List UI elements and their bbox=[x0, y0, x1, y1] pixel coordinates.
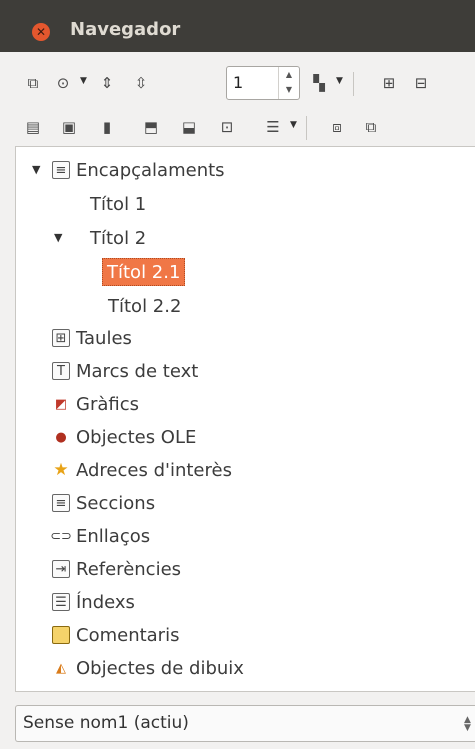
anchor-icon[interactable]: ⊡ bbox=[216, 116, 238, 138]
drawing-icon: ◭ bbox=[56, 660, 66, 676]
tree-item-label: Gràfics bbox=[76, 393, 139, 415]
heading-levels-icon[interactable]: ☰ bbox=[262, 116, 284, 138]
tree-item-sections[interactable]: ≡ Seccions bbox=[52, 488, 155, 518]
page-number-spinner[interactable]: 1 ▲ ▼ bbox=[226, 66, 300, 100]
tree-item-label: Encapçalaments bbox=[76, 159, 225, 181]
move-up-icon[interactable]: ⧈ bbox=[326, 116, 348, 138]
tree-item-label: Objectes de dibuix bbox=[76, 657, 244, 679]
demote-level-icon[interactable]: ⊟ bbox=[410, 72, 432, 94]
separator bbox=[353, 72, 354, 96]
tree-item-hyperlinks[interactable]: ⊂⊃ Enllaços bbox=[50, 521, 151, 551]
tree-item-label: Referències bbox=[76, 558, 182, 580]
tree-item-label: Adreces d'interès bbox=[76, 459, 232, 481]
graphics-icon: ◩ bbox=[54, 396, 68, 412]
demote-icon[interactable]: ⇳ bbox=[130, 72, 152, 94]
promote-level-icon[interactable]: ⊞ bbox=[378, 72, 400, 94]
comment-icon bbox=[52, 626, 70, 644]
drag-mode-icon[interactable]: ▚ bbox=[308, 72, 330, 94]
tree-item-references[interactable]: ⇥ Referències bbox=[52, 554, 181, 584]
chevron-down-icon[interactable]: ▼ bbox=[336, 76, 343, 86]
tree-item-headings[interactable]: ≡ Encapçalaments bbox=[52, 155, 225, 185]
table-icon: ⊞ bbox=[52, 329, 70, 347]
window-title: Navegador bbox=[70, 19, 181, 40]
tree-item-tables[interactable]: ⊞ Taules bbox=[52, 323, 132, 353]
index-icon: ☰ bbox=[52, 593, 70, 611]
navigator-tree[interactable]: ▼ ≡ Encapçalaments Títol 1 ▼ Títol 2 Tít… bbox=[15, 146, 475, 692]
tree-item-label: Índexs bbox=[76, 591, 135, 613]
section-icon: ≡ bbox=[52, 494, 70, 512]
tree-item-comments[interactable]: Comentaris bbox=[52, 620, 179, 650]
promote-icon[interactable]: ⇕ bbox=[96, 72, 118, 94]
reminder-icon[interactable]: ▮ bbox=[96, 116, 118, 138]
title-bar: ✕ Navegador bbox=[0, 0, 475, 52]
tree-item-label: Enllaços bbox=[76, 525, 151, 547]
toggle-icon[interactable]: ▣ bbox=[58, 116, 80, 138]
page-number-value[interactable]: 1 bbox=[233, 73, 243, 92]
tree-item-indexes[interactable]: ☰ Índexs bbox=[52, 587, 135, 617]
close-icon[interactable]: ✕ bbox=[32, 23, 50, 41]
star-icon: ★ bbox=[53, 460, 69, 480]
tree-item-ole-objects[interactable]: ● Objectes OLE bbox=[52, 422, 196, 452]
tree-item-heading-2-1[interactable]: Títol 2.1 bbox=[102, 257, 186, 287]
link-icon: ⊂⊃ bbox=[50, 528, 72, 544]
ole-object-icon: ● bbox=[55, 429, 67, 445]
tree-item-label: Marcs de text bbox=[76, 360, 199, 382]
previous-next-icon[interactable]: ⊙ bbox=[52, 72, 74, 94]
tree-item-label: Taules bbox=[76, 327, 132, 349]
selected-item-label: Títol 2.1 bbox=[102, 258, 186, 286]
spinner-arrows[interactable]: ▲ ▼ bbox=[278, 67, 299, 99]
toolbar-row-2: ▤ ▣ ▮ ⬒ ⬓ ⊡ ☰ ▼ ⧈ ⧉ bbox=[0, 106, 475, 150]
header-icon[interactable]: ⬒ bbox=[140, 116, 162, 138]
tree-item-label: Títol 2.2 bbox=[108, 295, 182, 317]
headings-icon: ≡ bbox=[52, 161, 70, 179]
tree-item-heading-2[interactable]: Títol 2 bbox=[90, 223, 146, 253]
tree-item-graphics[interactable]: ◩ Gràfics bbox=[52, 389, 139, 419]
tree-item-label: Comentaris bbox=[76, 624, 180, 646]
document-select-value: Sense nom1 (actiu) bbox=[23, 713, 189, 733]
tree-item-label: Seccions bbox=[76, 492, 156, 514]
navigation-icon[interactable]: ⧉ bbox=[22, 72, 44, 94]
tree-item-label: Objectes OLE bbox=[76, 426, 197, 448]
footer-icon[interactable]: ⬓ bbox=[178, 116, 200, 138]
updown-arrows-icon: ▲ ▼ bbox=[464, 715, 471, 733]
tree-item-drawing-objects[interactable]: ◭ Objectes de dibuix bbox=[52, 653, 244, 683]
tree-item-label: Títol 1 bbox=[90, 193, 147, 215]
separator bbox=[306, 116, 307, 140]
expand-triangle-icon[interactable]: ▼ bbox=[32, 163, 40, 176]
tree-item-heading-2-2[interactable]: Títol 2.2 bbox=[108, 291, 181, 321]
move-down-icon[interactable]: ⧉ bbox=[360, 116, 382, 138]
content-view-icon[interactable]: ▤ bbox=[22, 116, 44, 138]
chevron-down-icon[interactable]: ▼ bbox=[290, 120, 297, 130]
text-frame-icon: T bbox=[52, 362, 70, 380]
reference-icon: ⇥ bbox=[52, 560, 70, 578]
document-select[interactable]: Sense nom1 (actiu) ▲ ▼ bbox=[15, 705, 475, 742]
expand-triangle-icon[interactable]: ▼ bbox=[54, 231, 62, 244]
chevron-down-icon[interactable]: ▼ bbox=[80, 76, 87, 86]
tree-item-label: Títol 2 bbox=[90, 227, 147, 249]
tree-item-bookmarks[interactable]: ★ Adreces d'interès bbox=[52, 455, 232, 485]
tree-item-text-frames[interactable]: T Marcs de text bbox=[52, 356, 198, 386]
tree-item-heading-1[interactable]: Títol 1 bbox=[90, 189, 146, 219]
